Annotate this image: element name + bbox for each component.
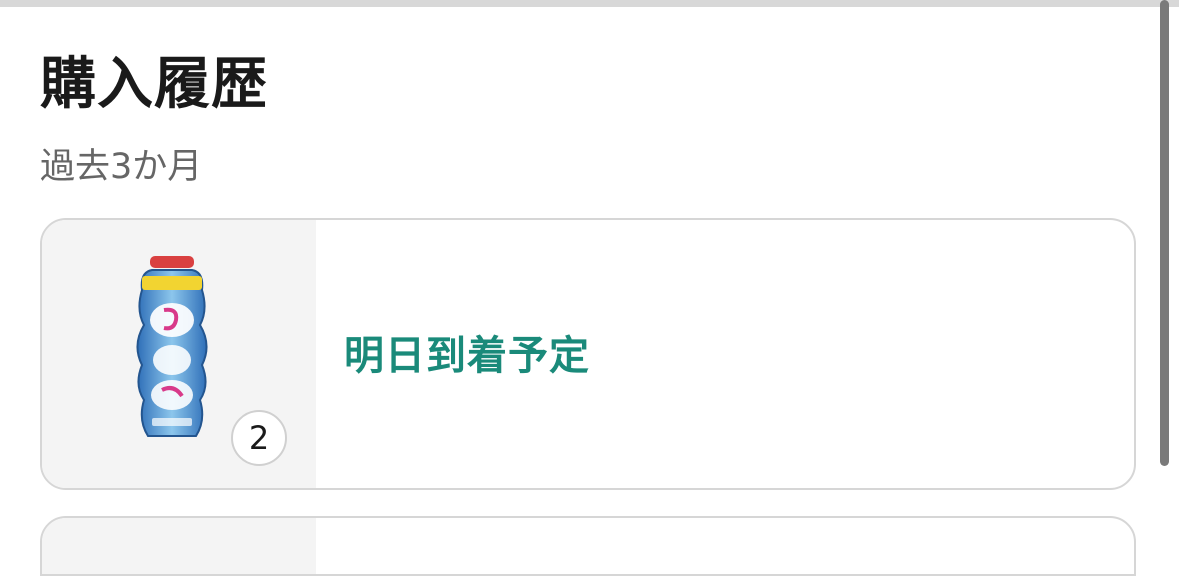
product-image (136, 256, 208, 437)
quantity-badge: 2 (231, 410, 287, 466)
delivery-status: 明日到着予定 (344, 333, 590, 379)
scrollbar[interactable] (1160, 0, 1169, 466)
product-thumbnail: 2 (42, 220, 316, 488)
top-divider (0, 0, 1179, 7)
period-label: 過去3か月 (40, 147, 203, 187)
product-thumbnail (42, 518, 316, 574)
page-title: 購入履歴 (40, 52, 268, 117)
order-card-next[interactable] (40, 516, 1136, 576)
order-card[interactable]: 2 明日到着予定 (40, 218, 1136, 490)
